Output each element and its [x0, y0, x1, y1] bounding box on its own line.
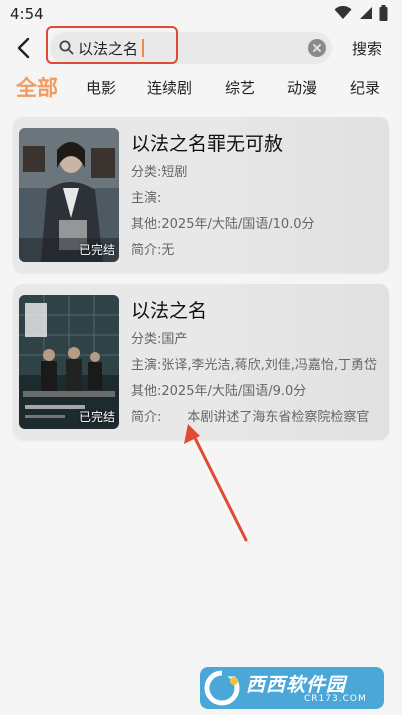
meta-intro: 简介:无	[131, 239, 383, 258]
battery-icon	[379, 5, 388, 21]
result-title[interactable]: 以法之名	[131, 296, 207, 323]
status-time: 4:54	[10, 5, 44, 23]
meta-cast: 主演:张译,李光洁,蒋欣,刘佳,冯嘉怡,丁勇岱	[131, 354, 383, 373]
status-bar: 4:54	[0, 0, 402, 28]
tab-series[interactable]: 连续剧	[147, 77, 192, 98]
meta-value: 张译,李光洁,蒋欣,刘佳,冯嘉怡,丁勇岱	[161, 358, 378, 373]
meta-value: 无	[161, 243, 175, 258]
meta-value: 2025年/大陆/国语/9.0分	[161, 384, 307, 399]
meta-label: 分类:	[131, 165, 162, 180]
meta-label: 简介:	[131, 243, 162, 258]
meta-label: 分类:	[131, 332, 162, 347]
category-tabs: 全部 电影 连续剧 综艺 动漫 纪录	[0, 72, 402, 104]
result-title[interactable]: 以法之名罪无可赦	[131, 129, 283, 156]
meta-label: 主演:	[131, 191, 162, 206]
search-input[interactable]	[78, 32, 278, 64]
meta-category: 分类:短剧	[131, 161, 383, 180]
watermark-brand: 西西软件园	[246, 674, 347, 696]
text-caret	[142, 39, 144, 57]
watermark-logo: 西西软件园 CR173.COM	[200, 667, 384, 709]
tab-all[interactable]: 全部	[16, 72, 58, 102]
search-row: 搜索	[0, 26, 402, 66]
tab-movie[interactable]: 电影	[86, 77, 116, 98]
search-box[interactable]	[50, 32, 332, 64]
meta-label: 其他:	[131, 384, 162, 399]
tab-anime[interactable]: 动漫	[287, 77, 317, 98]
watermark-domain: CR173.COM	[304, 694, 367, 704]
close-icon	[313, 44, 321, 52]
tab-documentary[interactable]: 纪录	[350, 77, 380, 98]
meta-label: 简介:	[131, 410, 162, 425]
meta-label: 主演:	[131, 358, 162, 373]
clear-button[interactable]	[308, 39, 326, 57]
search-button[interactable]: 搜索	[352, 38, 382, 59]
wifi-icon	[334, 6, 352, 19]
meta-cast: 主演:	[131, 187, 383, 206]
meta-intro: 简介: 本剧讲述了海东省检察院检察官	[131, 406, 383, 425]
tab-variety[interactable]: 综艺	[225, 77, 255, 98]
search-icon	[59, 40, 74, 59]
poster-image[interactable]: 已完结	[19, 295, 119, 429]
meta-other: 其他:2025年/大陆/国语/9.0分	[131, 380, 383, 399]
poster-image[interactable]: 已完结	[19, 128, 119, 262]
back-button[interactable]	[10, 34, 36, 62]
status-icons	[334, 5, 388, 21]
meta-value: 本剧讲述了海东省检察院检察官	[161, 410, 370, 425]
meta-category: 分类:国产	[131, 328, 383, 347]
result-card[interactable]: 已完结 以法之名罪无可赦 分类:短剧 主演: 其他:2025年/大陆/国语/10…	[13, 117, 389, 273]
meta-value: 短剧	[161, 165, 188, 180]
status-badge: 已完结	[78, 243, 115, 257]
meta-value: 2025年/大陆/国语/10.0分	[161, 217, 315, 232]
result-card[interactable]: 已完结 以法之名 分类:国产 主演:张译,李光洁,蒋欣,刘佳,冯嘉怡,丁勇岱 其…	[13, 284, 389, 440]
meta-other: 其他:2025年/大陆/国语/10.0分	[131, 213, 383, 232]
meta-value: 国产	[161, 332, 188, 347]
signal-icon	[360, 7, 372, 19]
status-badge: 已完结	[78, 410, 115, 424]
chevron-left-icon	[17, 37, 30, 59]
meta-label: 其他:	[131, 217, 162, 232]
